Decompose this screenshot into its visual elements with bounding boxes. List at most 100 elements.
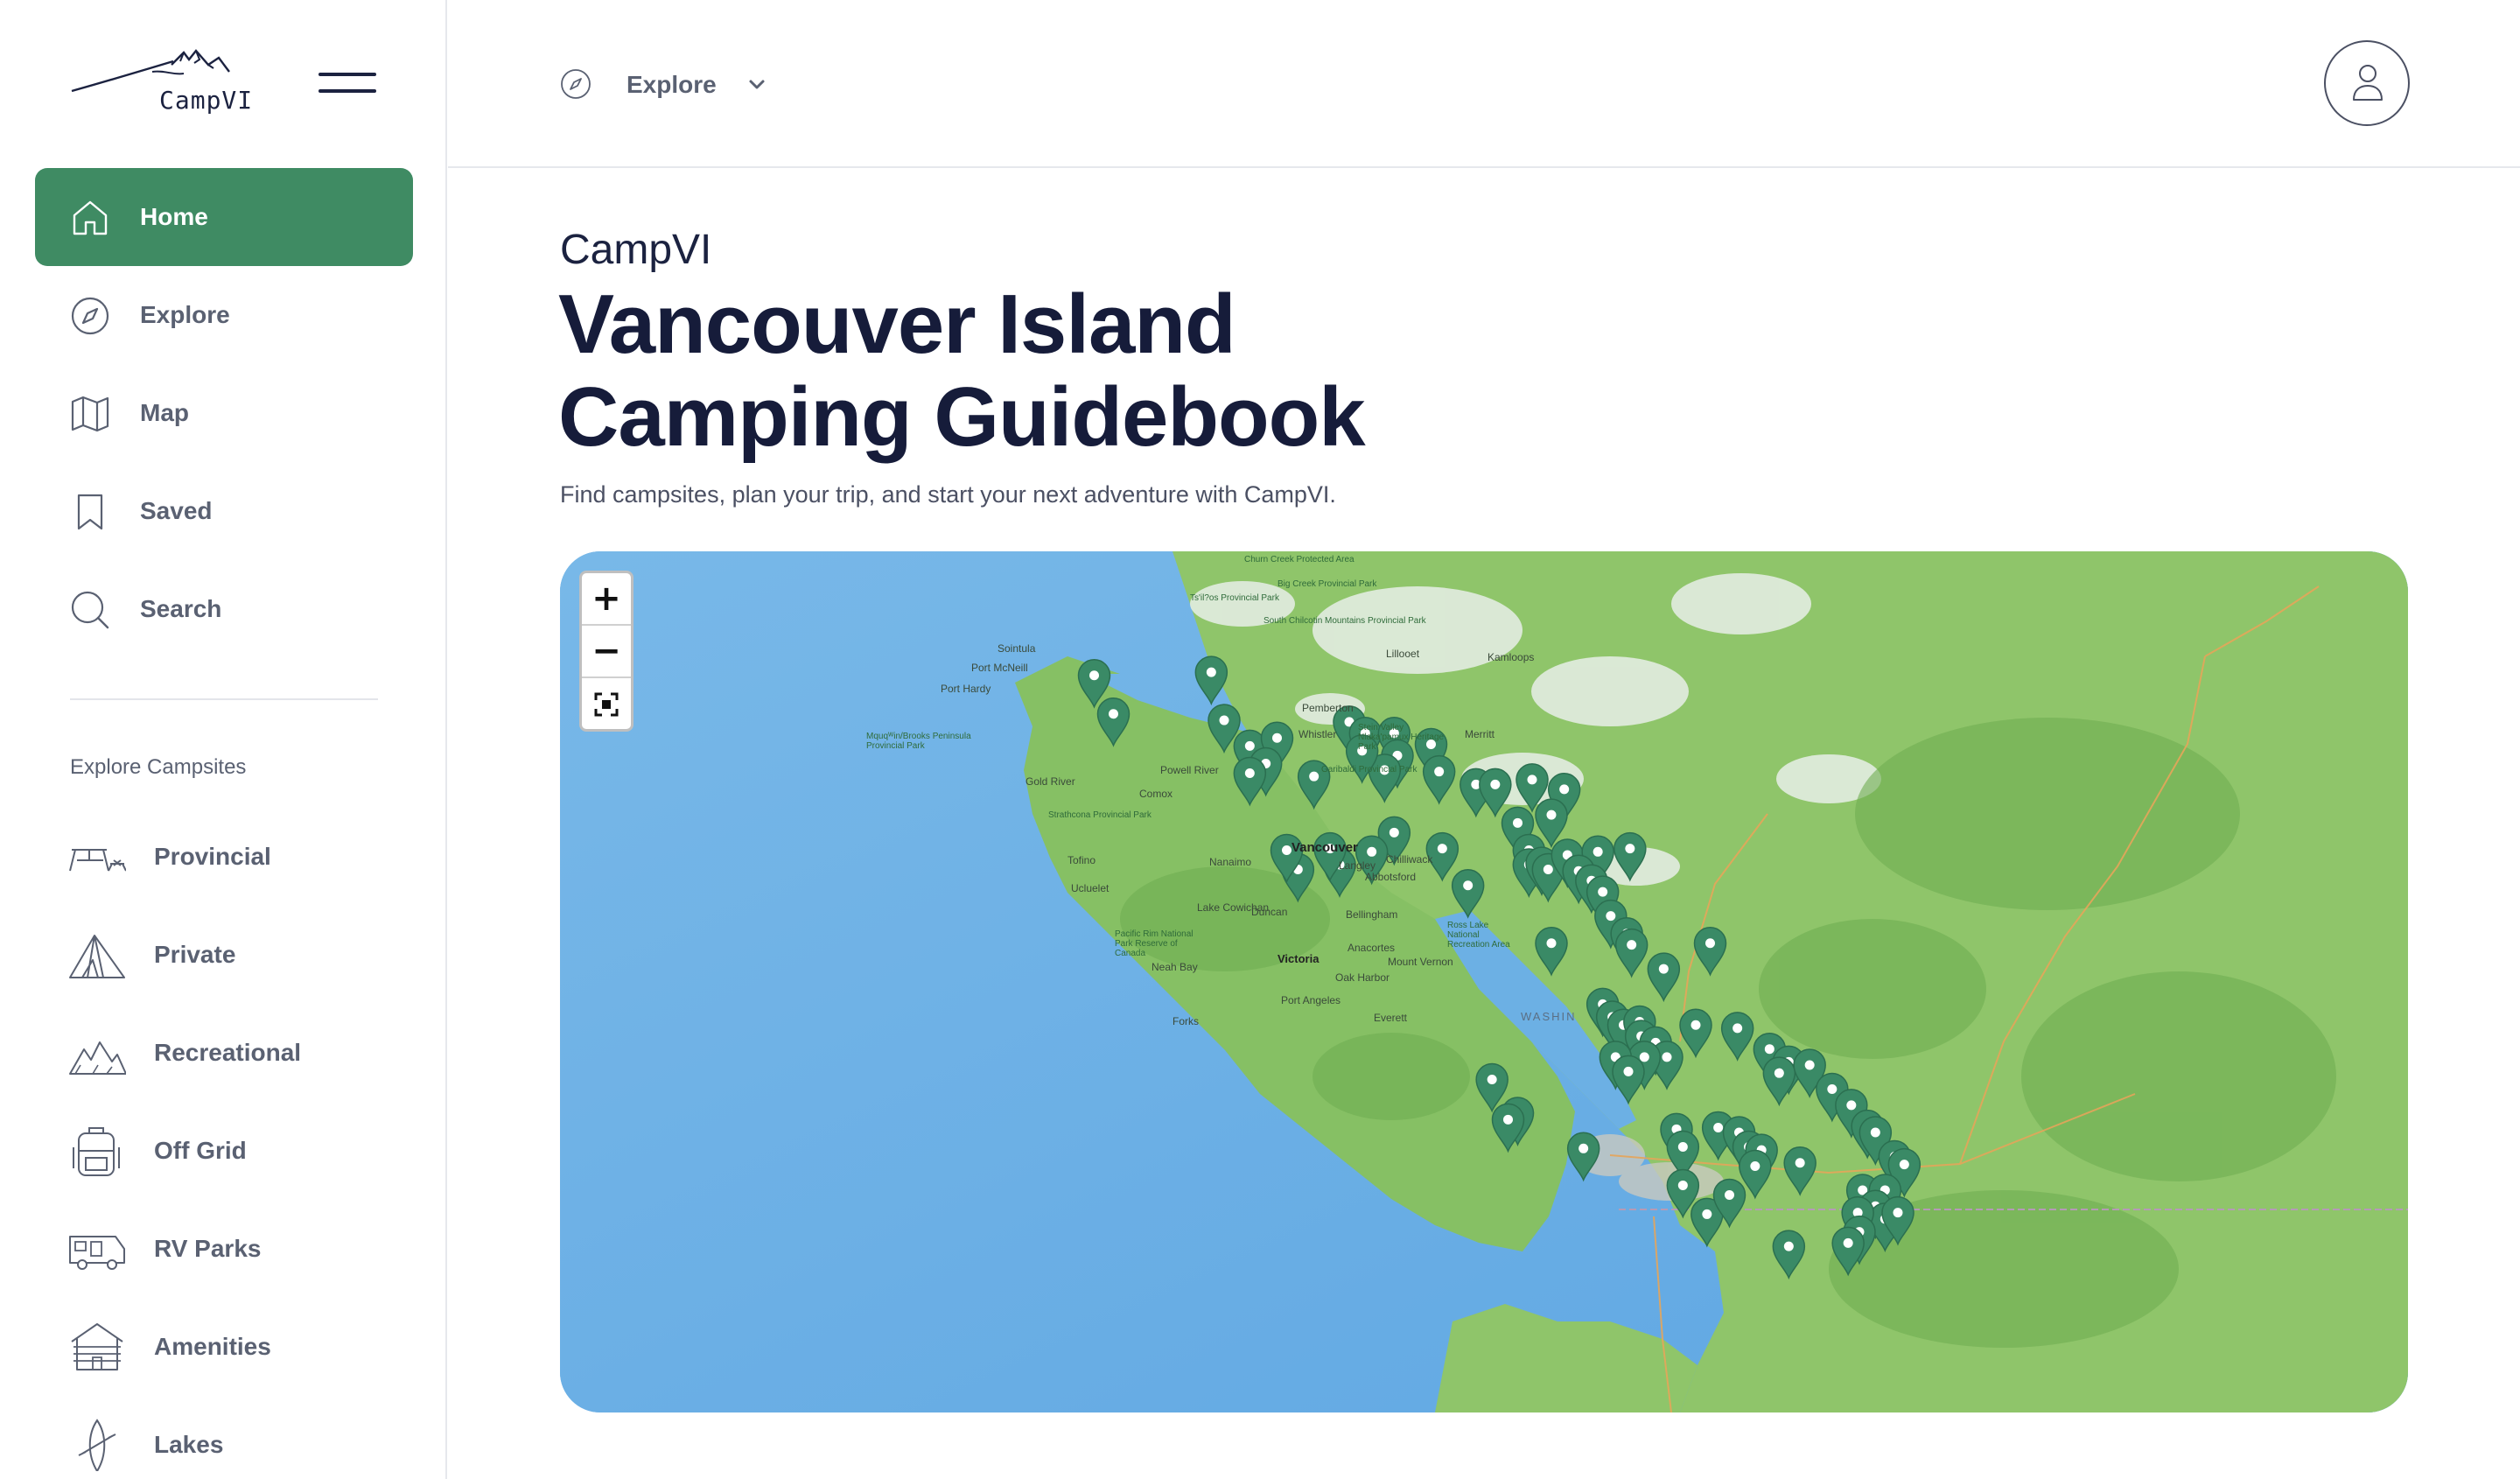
fit-bounds-icon — [594, 692, 619, 717]
kayak-icon — [78, 1419, 116, 1471]
map-label: Abbotsford — [1365, 871, 1417, 883]
map-label: Pemberton — [1302, 702, 1354, 714]
nav-label: Map — [140, 399, 189, 426]
compass-icon — [561, 69, 591, 99]
home-icon — [73, 200, 108, 235]
map-label: Garibaldi Provincial Park — [1321, 765, 1418, 775]
map-label: Merritt — [1465, 728, 1494, 740]
campvi-logo[interactable]: CampVI — [68, 46, 264, 124]
map-label: Whistler — [1298, 728, 1337, 740]
map-label: Victoria — [1278, 952, 1320, 965]
search-icon — [71, 591, 109, 629]
map-label: Neah Bay — [1152, 961, 1198, 973]
bookmark-icon — [77, 494, 103, 530]
category-label: Lakes — [154, 1431, 224, 1458]
category-label: Off Grid — [154, 1137, 247, 1164]
map-canvas[interactable] — [560, 551, 2408, 1412]
compass-icon — [71, 297, 109, 335]
category-label: Amenities — [154, 1333, 271, 1360]
map-label: South Chilcotin Mountains Provincial Par… — [1264, 616, 1426, 626]
mountain-logo-icon: CampVI — [71, 49, 253, 115]
menu-line — [318, 89, 376, 93]
zoom-in-button[interactable]: + — [582, 573, 631, 626]
sidebar-divider — [70, 698, 378, 700]
category-label: Recreational — [154, 1039, 302, 1066]
map-icon — [71, 396, 109, 432]
map-label: Sointula — [998, 642, 1036, 655]
fit-bounds-button[interactable] — [582, 678, 631, 729]
category-lakes[interactable]: Lakes — [61, 1410, 429, 1479]
category-amenities[interactable]: Amenities — [61, 1312, 429, 1382]
category-rv-parks[interactable]: RV Parks — [61, 1214, 429, 1284]
category-provincial[interactable]: Provincial — [61, 822, 429, 892]
campsite-map[interactable]: Vancouver Victoria Nanaimo Duncan Langle… — [560, 551, 2408, 1412]
title-line: Camping Guidebook — [558, 370, 1366, 464]
map-label: Lillooet — [1386, 648, 1420, 660]
map-label: Ts'il?os Provincial Park — [1190, 593, 1279, 603]
cabin-icon — [71, 1323, 123, 1370]
explore-dropdown[interactable]: Explore — [626, 71, 717, 99]
map-label: Big Creek Provincial Park — [1278, 579, 1377, 589]
nav-item-explore[interactable]: Explore — [35, 266, 413, 364]
map-label: Mquqᵂin/Brooks Peninsula Provincial Park — [866, 732, 971, 751]
category-label: Private — [154, 941, 236, 968]
mountains-icon — [69, 1041, 126, 1075]
map-label: Strathcona Provincial Park — [1048, 810, 1152, 820]
map-label: Port Hardy — [941, 683, 991, 695]
map-label: Oak Harbor — [1335, 971, 1390, 984]
category-recreational[interactable]: Recreational — [61, 1018, 429, 1088]
category-label: Provincial — [154, 843, 271, 870]
menu-line — [318, 73, 376, 76]
map-label: Pacific Rim National Park Reserve of Can… — [1115, 929, 1194, 958]
map-label: Stein Valley Nlaka'pamux Heritage Park — [1358, 723, 1445, 752]
nav-item-search[interactable]: Search — [35, 560, 413, 658]
map-label: Mount Vernon — [1388, 956, 1453, 968]
chevron-down-icon[interactable] — [746, 74, 768, 96]
map-label: Forks — [1172, 1015, 1199, 1027]
rv-icon — [69, 1236, 125, 1270]
map-label: Kamloops — [1488, 651, 1535, 663]
page-subtitle: Find campsites, plan your trip, and star… — [560, 481, 1336, 508]
page-eyebrow: CampVI — [560, 227, 712, 273]
nav-label: Search — [140, 595, 222, 622]
category-off-grid[interactable]: Off Grid — [61, 1116, 429, 1186]
map-label: Everett — [1374, 1012, 1408, 1024]
svg-text:CampVI: CampVI — [159, 86, 253, 115]
nav-item-home[interactable]: Home — [35, 168, 413, 266]
nav-label: Explore — [140, 301, 230, 328]
map-label: Comox — [1139, 788, 1173, 800]
map-label: Churn Creek Protected Area — [1244, 555, 1354, 564]
tent-icon — [69, 935, 125, 978]
category-private[interactable]: Private — [61, 920, 429, 990]
zoom-out-button[interactable]: − — [582, 626, 631, 678]
sidebar: CampVI Home Explore Map Saved Search Exp… — [0, 0, 447, 1479]
map-label: Anacortes — [1348, 942, 1396, 954]
map-label: Ross Lake National Recreation Area — [1447, 921, 1510, 950]
zoom-controls: + − — [579, 571, 634, 732]
map-label: WASHIN — [1521, 1010, 1577, 1023]
map-label: Port McNeill — [971, 662, 1028, 674]
map-label: Tofino — [1068, 854, 1096, 866]
menu-toggle-button[interactable] — [318, 70, 378, 96]
map-label: Lake Cowichan — [1197, 901, 1270, 914]
backpack-icon — [73, 1127, 120, 1176]
map-label: Chilliwack — [1386, 853, 1433, 866]
title-line: Vancouver Island — [558, 277, 1236, 371]
nav-label: Home — [140, 203, 208, 230]
nav-item-map[interactable]: Map — [35, 364, 413, 462]
map-label: Langley — [1339, 859, 1376, 872]
map-label: Nanaimo — [1209, 856, 1252, 868]
top-bar: Explore — [448, 0, 2520, 168]
map-label: Ucluelet — [1071, 882, 1110, 894]
nav-label: Saved — [140, 497, 213, 524]
section-title: Explore Campsites — [70, 755, 247, 779]
map-label: Bellingham — [1346, 908, 1398, 921]
map-label: Powell River — [1160, 764, 1219, 776]
map-label: Gold River — [1026, 775, 1075, 788]
page-title: Vancouver Island Camping Guidebook — [558, 278, 2046, 464]
picnic-table-icon — [69, 849, 126, 872]
nav-item-saved[interactable]: Saved — [35, 462, 413, 560]
map-label: Vancouver — [1292, 840, 1358, 855]
user-avatar-button[interactable] — [2324, 40, 2410, 126]
map-label: Port Angeles — [1281, 994, 1341, 1006]
